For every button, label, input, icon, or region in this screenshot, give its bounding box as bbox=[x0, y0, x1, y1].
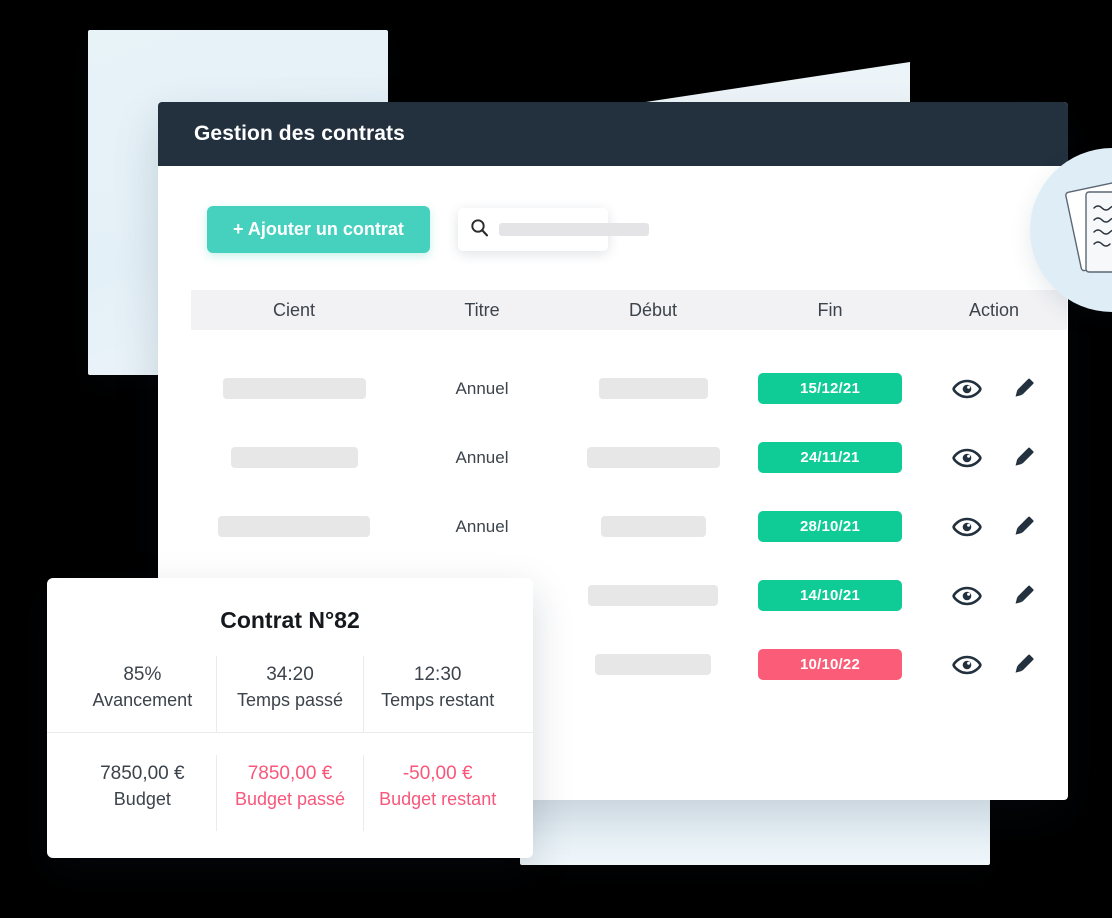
cell-titre: Annuel bbox=[397, 379, 567, 399]
debut-placeholder-bar bbox=[586, 447, 720, 468]
search-icon bbox=[470, 218, 489, 242]
titre-text: Annuel bbox=[455, 516, 509, 536]
contract-metrics-row-2: 7850,00 € Budget 7850,00 € Budget passé -50,… bbox=[47, 731, 533, 831]
titre-text: Annuel bbox=[455, 378, 509, 398]
eye-icon[interactable] bbox=[952, 655, 982, 675]
contract-card-title: Contrat N°82 bbox=[220, 607, 360, 633]
contract-metrics-row-1: 85% Avancement 34:20 Temps passé 12:30 Temps … bbox=[47, 656, 533, 732]
cell-client bbox=[191, 447, 397, 468]
eye-icon[interactable] bbox=[952, 517, 982, 537]
titre-text: Annuel bbox=[455, 447, 509, 467]
pencil-icon[interactable] bbox=[1010, 583, 1036, 609]
row-actions bbox=[952, 445, 1036, 471]
debut-placeholder-bar bbox=[598, 378, 708, 399]
contract-metric-row2-1: 7850,00 € Budget passé bbox=[215, 754, 364, 831]
cell-debut bbox=[567, 447, 739, 468]
column-header-fin: Fin bbox=[817, 299, 843, 320]
cell-fin: 14/10/21 bbox=[739, 580, 921, 611]
contract-metric-row1-2: 12:30 Temps restant bbox=[363, 656, 511, 732]
contract-metric-row2-2: -50,00 € Budget restant bbox=[363, 754, 511, 831]
panel-titlebar: Gestion des contrats bbox=[158, 102, 1068, 166]
cell-action bbox=[921, 652, 1067, 678]
cell-action bbox=[921, 376, 1067, 402]
cell-debut bbox=[567, 516, 739, 537]
metric-value: 34:20 bbox=[266, 664, 314, 685]
page-title: Gestion des contrats bbox=[194, 122, 405, 145]
metric-label: Budget passé bbox=[234, 788, 346, 809]
search-box[interactable] bbox=[457, 208, 649, 251]
row-actions bbox=[952, 376, 1036, 402]
metric-label: Budget bbox=[113, 788, 171, 809]
contract-summary-card: Contrat N°82 85% Avancement 34:20 Temps pas… bbox=[47, 578, 533, 858]
pencil-icon[interactable] bbox=[1010, 376, 1036, 402]
eye-icon[interactable] bbox=[952, 586, 982, 606]
cell-fin: 15/12/21 bbox=[739, 373, 921, 404]
metric-label: Temps passé bbox=[236, 689, 344, 710]
end-date-badge: 14/10/21 bbox=[758, 580, 902, 611]
client-placeholder-bar bbox=[230, 447, 358, 468]
toolbar: + Ajouter un contrat bbox=[158, 166, 1068, 253]
contract-metric-row1-0: 85% Avancement bbox=[69, 656, 216, 732]
pencil-icon[interactable] bbox=[1010, 445, 1036, 471]
cell-action bbox=[921, 514, 1067, 540]
contract-metric-row1-1: 34:20 Temps passé bbox=[215, 656, 364, 732]
row-actions bbox=[952, 514, 1036, 540]
cell-action bbox=[921, 583, 1067, 609]
add-contract-button[interactable]: + Ajouter un contrat bbox=[207, 206, 430, 253]
cell-client bbox=[191, 516, 397, 537]
table-row[interactable]: Annuel 15/12/21 bbox=[191, 354, 1067, 423]
cell-fin: 28/10/21 bbox=[739, 511, 921, 542]
screenshot-root: Gestion des contrats + Ajouter un contra… bbox=[0, 0, 1112, 918]
metric-value: 12:30 bbox=[413, 664, 462, 685]
debut-placeholder-bar bbox=[588, 585, 718, 606]
client-placeholder-bar bbox=[218, 516, 370, 537]
debut-placeholder-bar bbox=[595, 654, 711, 675]
cell-titre: Annuel bbox=[397, 517, 567, 537]
client-placeholder-bar bbox=[222, 378, 366, 399]
cell-titre: Annuel bbox=[397, 448, 567, 468]
end-date-badge: 10/10/22 bbox=[758, 649, 902, 680]
table-row[interactable]: Annuel 24/11/21 bbox=[191, 423, 1067, 492]
cell-debut bbox=[567, 654, 739, 675]
contract-metric-row2-0: 7850,00 € Budget bbox=[69, 755, 216, 831]
column-header-titre: Titre bbox=[464, 299, 500, 320]
metric-label: Avancement bbox=[92, 689, 193, 710]
metric-value: 7850,00 € bbox=[247, 762, 333, 784]
cell-action bbox=[921, 445, 1067, 471]
row-actions bbox=[952, 652, 1036, 678]
pencil-icon[interactable] bbox=[1010, 514, 1036, 540]
eye-icon[interactable] bbox=[952, 448, 982, 468]
pencil-icon[interactable] bbox=[1010, 652, 1036, 678]
cell-debut bbox=[567, 378, 739, 399]
metric-label: Temps restant bbox=[381, 689, 495, 710]
metric-value: 85% bbox=[123, 664, 162, 685]
row-actions bbox=[952, 583, 1036, 609]
column-header-action: Action bbox=[968, 299, 1020, 320]
debut-placeholder-bar bbox=[600, 516, 706, 537]
metric-value: -50,00 € bbox=[402, 762, 473, 784]
metric-label: Budget restant bbox=[379, 788, 497, 809]
end-date-badge: 15/12/21 bbox=[758, 373, 902, 404]
column-header-client: Cient bbox=[272, 299, 316, 320]
cell-fin: 24/11/21 bbox=[739, 442, 921, 473]
end-date-badge: 28/10/21 bbox=[758, 511, 902, 542]
search-input[interactable] bbox=[498, 223, 649, 236]
cell-client bbox=[191, 378, 397, 399]
end-date-badge: 24/11/21 bbox=[758, 442, 902, 473]
metric-value: 7850,00 € bbox=[100, 762, 185, 784]
table-row[interactable]: Annuel 28/10/21 bbox=[191, 492, 1067, 561]
decorative-shape-bottom-right bbox=[520, 795, 990, 865]
cell-fin: 10/10/22 bbox=[739, 649, 921, 680]
table-header-row: Cient Titre Début Fin Action bbox=[191, 290, 1067, 330]
eye-icon[interactable] bbox=[952, 379, 982, 399]
column-header-debut: Début bbox=[628, 299, 678, 320]
cell-debut bbox=[567, 585, 739, 606]
